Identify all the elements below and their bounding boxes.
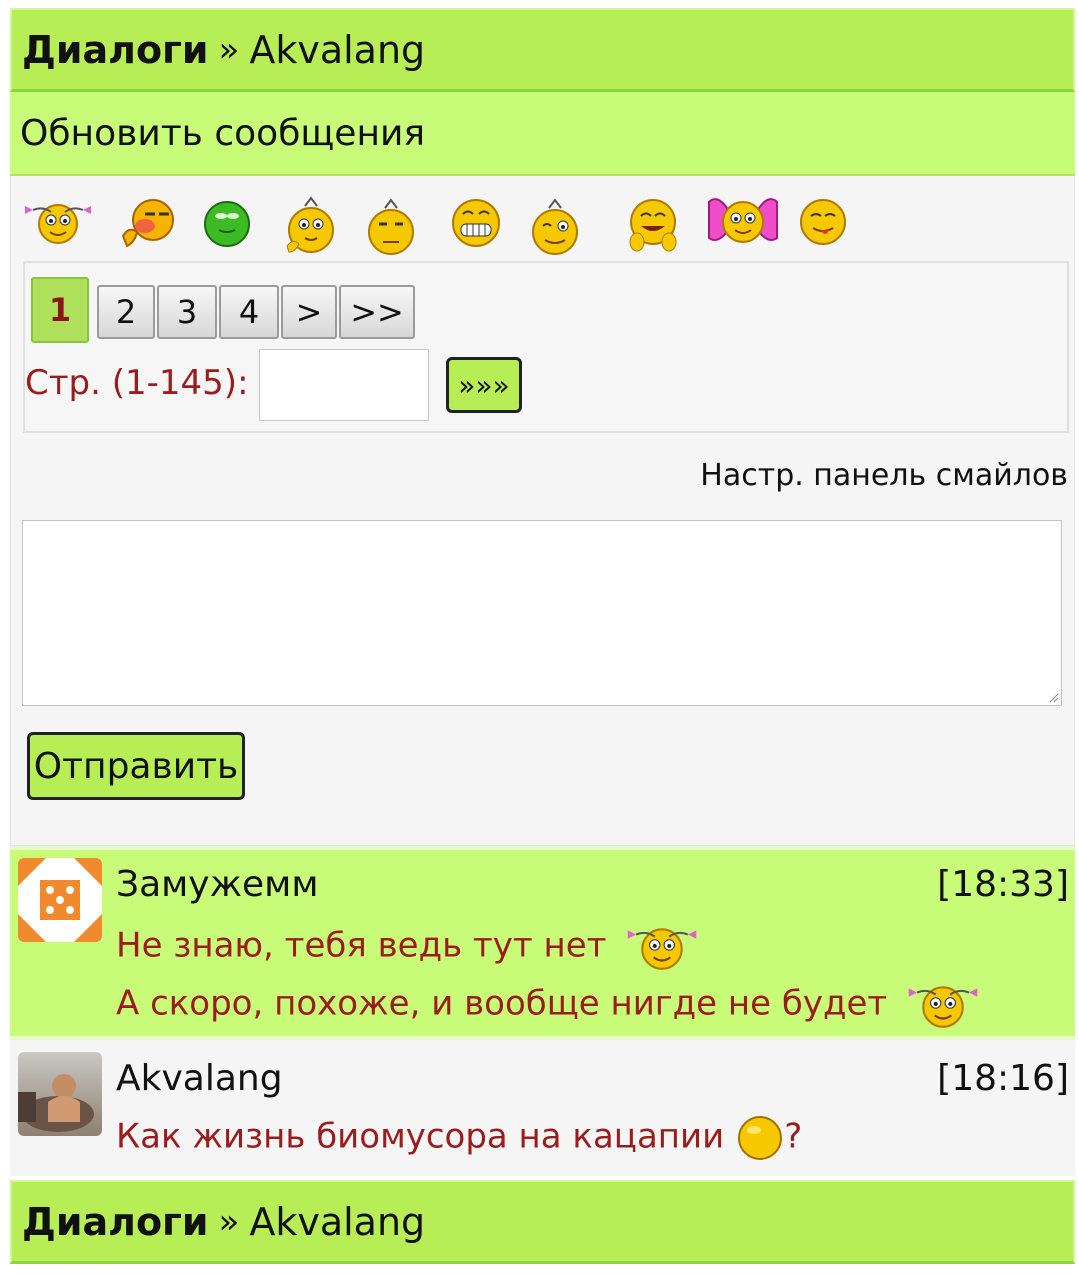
resize-grip-icon[interactable]: [1047, 691, 1059, 703]
message-line: А скоро, похоже, и вообще нигде не будет: [116, 978, 987, 1032]
avatar[interactable]: [18, 858, 102, 942]
blush-smile-icon[interactable]: [115, 196, 183, 254]
message-time: [18:33]: [937, 864, 1069, 905]
pigtails-smile-icon[interactable]: [23, 196, 93, 248]
breadcrumb-user: Akvalang: [249, 27, 426, 72]
smiley-bar: [23, 196, 863, 256]
wink-smile-icon[interactable]: [529, 196, 581, 258]
message-author[interactable]: Замужемм: [116, 864, 319, 905]
message-line: Не знаю, тебя ведь тут нет: [116, 920, 706, 974]
message-line: Как жизнь биомусора на кацапии ?: [116, 1114, 802, 1162]
page-header: Диалоги » Akvalang: [10, 8, 1075, 92]
breadcrumb-separator: »: [218, 29, 240, 70]
laugh-smile-icon[interactable]: [627, 196, 679, 256]
tongue-smile-icon[interactable]: [797, 196, 849, 248]
page-current: 1: [31, 277, 89, 343]
goto-page-button[interactable]: »»»: [446, 357, 522, 413]
thinking-smile-icon[interactable]: [283, 196, 337, 258]
send-button[interactable]: Отправить: [27, 732, 245, 800]
message-text: А скоро, похоже, и вообще нигде не будет: [116, 983, 888, 1024]
refresh-messages-label: Обновить сообщения: [20, 112, 426, 154]
yellow-circle-smile-icon: [738, 1116, 783, 1160]
smile-panel-settings-link[interactable]: Настр. панель смайлов: [700, 458, 1068, 493]
hmm-smile-icon[interactable]: [365, 196, 417, 258]
bow-smile-icon[interactable]: [707, 196, 779, 248]
page-last-button[interactable]: >>: [339, 285, 415, 339]
message-text: ?: [784, 1116, 803, 1157]
breadcrumb-user: Akvalang: [249, 1199, 426, 1244]
page-link-3[interactable]: 3: [157, 285, 217, 339]
message-text: Не знаю, тебя ведь тут нет: [116, 925, 607, 966]
breadcrumb-dialogs-link[interactable]: Диалоги: [22, 28, 209, 72]
pigtails-smile-icon: [908, 986, 978, 1028]
breadcrumb-dialogs-link[interactable]: Диалоги: [22, 1200, 209, 1244]
grin-smile-icon[interactable]: [449, 196, 503, 250]
pigtails-smile-icon: [628, 928, 697, 970]
message-time: [18:16]: [937, 1058, 1069, 1099]
goto-page-label: Стр. (1-145):: [25, 363, 249, 403]
page-footer: Диалоги » Akvalang: [10, 1180, 1075, 1264]
page-next-button[interactable]: >: [281, 285, 337, 339]
page-link-4[interactable]: 4: [219, 285, 279, 339]
refresh-messages-link[interactable]: Обновить сообщения: [10, 92, 1075, 176]
page-link-2[interactable]: 2: [97, 285, 155, 339]
avatar[interactable]: [18, 1052, 102, 1136]
green-smile-icon[interactable]: [201, 196, 253, 248]
page-frame: Диалоги » Akvalang Обновить сообщения 1 …: [10, 8, 1075, 1264]
message-textarea[interactable]: [22, 520, 1062, 706]
pagination-box: 1 2 3 4 > >> Стр. (1-145): »»»: [23, 261, 1069, 433]
goto-page-input[interactable]: [259, 349, 429, 421]
message-text: Как жизнь биомусора на кацапии: [116, 1116, 725, 1157]
message-author[interactable]: Akvalang: [116, 1058, 283, 1099]
message-item: Замужемм [18:33] Не знаю, тебя ведь тут …: [10, 846, 1075, 1040]
breadcrumb-separator: »: [218, 1201, 240, 1242]
message-item: Akvalang [18:16] Как жизнь биомусора на …: [10, 1040, 1075, 1176]
compose-panel: 1 2 3 4 > >> Стр. (1-145): »»» Настр. па…: [10, 176, 1075, 846]
